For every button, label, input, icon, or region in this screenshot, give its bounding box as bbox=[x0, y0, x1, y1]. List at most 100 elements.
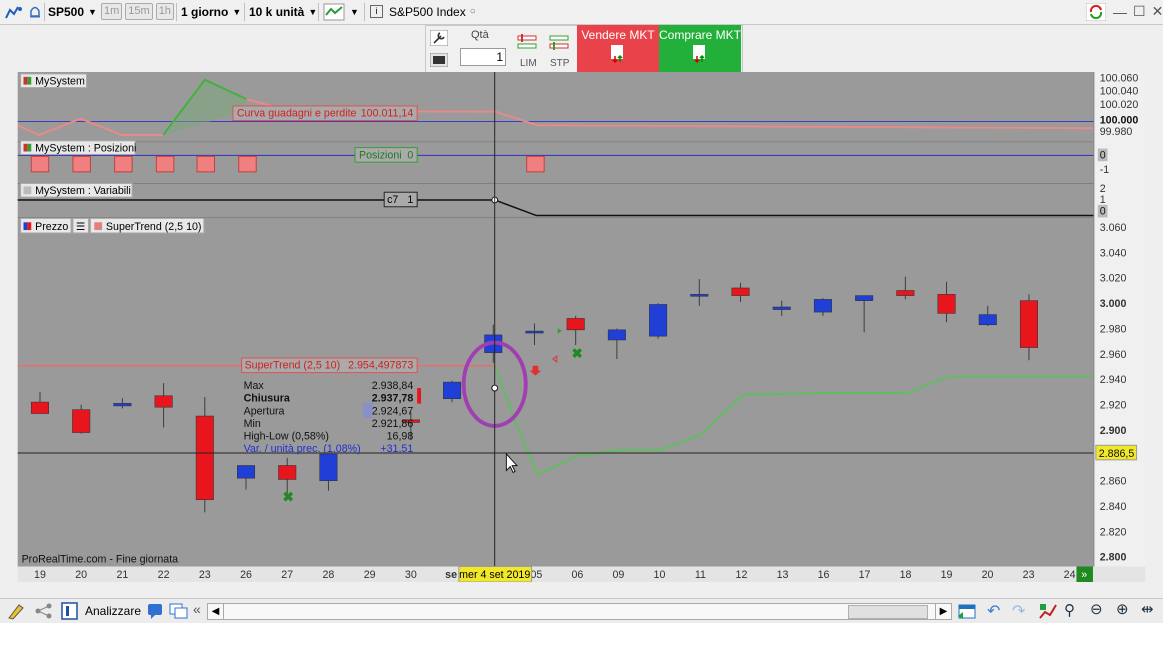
price-tick-label: 3.040 bbox=[1100, 247, 1127, 259]
collapse-left-icon[interactable]: « bbox=[193, 601, 201, 617]
main-toolbar: SP500 ▼ 1m 15m 1h 1 giorno ▼ 10 k unità ▼ ▼… bbox=[0, 0, 1163, 25]
share-icon[interactable] bbox=[33, 602, 55, 620]
position-bar bbox=[30, 155, 50, 173]
date-label: 22 bbox=[158, 569, 170, 581]
candle-body bbox=[113, 403, 132, 407]
price-tick-label: 2.820 bbox=[1100, 526, 1127, 538]
qty-input[interactable] bbox=[460, 48, 506, 66]
timeframe-1h-button[interactable]: 1h bbox=[155, 3, 174, 20]
scroll-left-arrow-icon[interactable]: ◀ bbox=[208, 604, 224, 619]
candle-body bbox=[566, 318, 585, 331]
horizontal-scrollbar[interactable]: ◀ ▶ bbox=[207, 603, 952, 620]
maximize-icon[interactable]: ☐ bbox=[1133, 3, 1146, 20]
drawing-tools-button[interactable] bbox=[4, 2, 24, 21]
stop-icon bbox=[549, 35, 569, 50]
close-position-marker-icon: ✖ bbox=[571, 346, 582, 361]
chart-type-button[interactable] bbox=[323, 2, 345, 21]
analyzer-icon[interactable] bbox=[61, 602, 79, 620]
sell-market-button[interactable]: Vendere MKT bbox=[577, 25, 659, 72]
candle-body bbox=[978, 314, 997, 326]
supertrend-label: SuperTrend (2,5 10) bbox=[245, 360, 341, 372]
footer-text: ProRealTime.com - Fine giornata bbox=[22, 554, 179, 566]
double-chevron-right-icon: » bbox=[1081, 569, 1087, 581]
tools-icon bbox=[5, 6, 22, 18]
analyze-button[interactable]: Analizzare bbox=[85, 604, 141, 618]
cursor-price: 2.886,5 bbox=[1099, 448, 1135, 460]
scroll-right-arrow-icon[interactable]: ▶ bbox=[935, 604, 951, 619]
stop-order-button[interactable] bbox=[548, 33, 570, 54]
candle-body bbox=[937, 294, 956, 314]
sync-button[interactable] bbox=[1086, 2, 1106, 21]
price-tick-label: 3.000 bbox=[1100, 298, 1127, 310]
legend-swatch bbox=[23, 143, 28, 152]
settings-wrench-button[interactable] bbox=[429, 29, 449, 49]
units-label: 10 k unità bbox=[249, 4, 305, 19]
candle-body bbox=[855, 295, 874, 301]
bottom-toolbar: Analizzare « ◀ ▶ ↶ ↷ ⚲ ⊖ ⊕ ⇹ bbox=[0, 598, 1163, 623]
timeframe-15m-button[interactable]: 15m bbox=[125, 3, 153, 20]
candle-body bbox=[772, 306, 791, 310]
legend-swatch bbox=[27, 76, 32, 85]
axis-label: 0 bbox=[1100, 149, 1106, 161]
zoom-reset-icon[interactable]: ⚲ bbox=[1064, 601, 1075, 619]
legend-swatch bbox=[23, 186, 32, 195]
period-dropdown[interactable]: 1 giorno ▼ bbox=[181, 2, 241, 21]
pencil-icon[interactable] bbox=[6, 602, 28, 620]
variables-title: MySystem : Variabili bbox=[35, 185, 131, 197]
close-icon[interactable]: ✕ bbox=[1152, 3, 1163, 20]
zoom-in-icon[interactable]: ⊕ bbox=[1116, 600, 1129, 618]
fit-icon[interactable]: ⇹ bbox=[1141, 600, 1154, 618]
candle-body bbox=[1019, 300, 1038, 348]
calendar-icon[interactable] bbox=[957, 602, 977, 620]
candle-body bbox=[72, 409, 91, 433]
date-label: 19 bbox=[941, 569, 953, 581]
wrench-icon bbox=[429, 29, 449, 47]
comment-icon[interactable] bbox=[146, 602, 164, 620]
keypad-button[interactable] bbox=[429, 52, 449, 70]
refresh-icon bbox=[1086, 2, 1106, 21]
alert-button[interactable] bbox=[28, 2, 42, 21]
close-position-marker-icon: ✖ bbox=[283, 490, 294, 505]
chart-type-dropdown[interactable]: ▼ bbox=[350, 2, 359, 21]
windows-icon[interactable] bbox=[169, 602, 189, 620]
units-dropdown[interactable]: 10 k unità ▼ bbox=[249, 2, 317, 21]
axis-label: 100.060 bbox=[1100, 73, 1139, 85]
redo-icon[interactable]: ↷ bbox=[1012, 601, 1025, 621]
candle-body bbox=[30, 401, 50, 414]
date-label: 09 bbox=[613, 569, 625, 581]
date-label: 11 bbox=[695, 569, 706, 581]
zoom-out-icon[interactable]: ⊖ bbox=[1090, 600, 1103, 618]
buy-doc-icon bbox=[693, 45, 705, 64]
mysystem-title: MySystem bbox=[35, 76, 85, 88]
date-label: 17 bbox=[859, 569, 871, 581]
tooltip-value: 16,98 bbox=[387, 430, 414, 442]
tooltip-label: High-Low (0,58%) bbox=[244, 430, 329, 442]
limit-icon bbox=[517, 34, 537, 49]
chart-properties-icon[interactable] bbox=[1038, 602, 1058, 620]
minimize-icon[interactable]: — bbox=[1113, 4, 1127, 20]
buy-market-button[interactable]: Comprare MKT bbox=[659, 25, 741, 72]
open-swatch bbox=[362, 402, 373, 419]
date-label: 27 bbox=[281, 569, 293, 581]
period-label: 1 giorno bbox=[181, 4, 229, 19]
timeframe-1m-button[interactable]: 1m bbox=[101, 3, 123, 20]
instrument-info[interactable]: i S&P500 Index ○ bbox=[370, 2, 476, 21]
position-bar bbox=[155, 155, 175, 173]
price-tick-label: 3.060 bbox=[1100, 222, 1127, 234]
undo-icon[interactable]: ↶ bbox=[987, 601, 1000, 621]
tooltip-value: +31,51 bbox=[380, 443, 413, 455]
candle-body bbox=[813, 299, 832, 313]
curve-label: Curva guadagni e perdite bbox=[237, 108, 357, 120]
chart-area[interactable]: Curva guadagni e perdite 100.011,14 MySy… bbox=[0, 72, 1163, 582]
instrument-dropdown[interactable]: SP500 ▼ bbox=[48, 2, 97, 21]
scrollbar-thumb[interactable] bbox=[848, 605, 928, 619]
candle-body bbox=[154, 395, 173, 408]
date-label: 19 bbox=[34, 569, 46, 581]
limit-order-button[interactable] bbox=[516, 33, 538, 54]
axis-label: 1 bbox=[1100, 194, 1106, 206]
date-label: 12 bbox=[736, 569, 748, 581]
date-label: 05 bbox=[530, 569, 542, 581]
chevron-down-icon: ▼ bbox=[232, 6, 242, 17]
date-label: 10 bbox=[654, 569, 666, 581]
position-bar bbox=[114, 155, 133, 173]
